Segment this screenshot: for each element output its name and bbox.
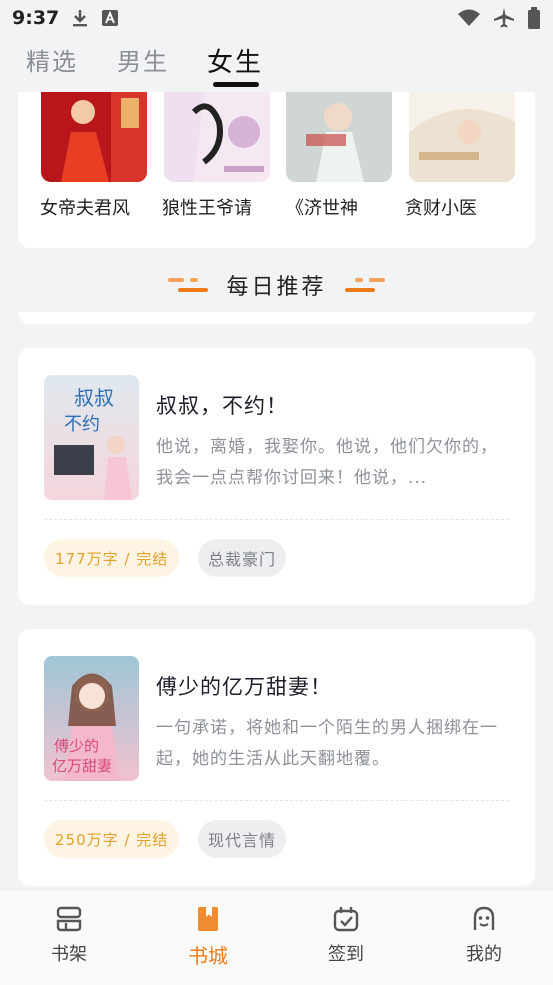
featured-book-cover-1[interactable]	[41, 92, 147, 182]
nav-label: 书城	[188, 944, 228, 968]
daily-recommend-header: 每日推荐	[0, 268, 553, 302]
book-card[interactable]: 傅少的 亿万甜妻 傅少的亿万甜妻！ 一句承诺，将她和一个陌生的男人捆绑在一起，她…	[18, 629, 535, 886]
divider	[44, 800, 509, 801]
bottom-navigation: 书架 书城 签到 我的	[0, 889, 553, 985]
status-time: 9:37	[12, 7, 60, 29]
nav-bookshelf[interactable]: 书架	[29, 904, 109, 966]
nav-label: 书架	[51, 944, 87, 965]
book-cover-image: 傅少的 亿万甜妻	[44, 656, 139, 781]
book-cover-image	[286, 92, 392, 182]
checkin-icon	[333, 907, 359, 932]
category-tag[interactable]: 现代言情	[198, 820, 287, 858]
svg-text:不约: 不约	[64, 414, 100, 435]
nav-bookstore[interactable]: 书城	[168, 904, 248, 969]
tab-male[interactable]: 男生	[117, 42, 169, 77]
bookshelf-icon	[56, 906, 82, 932]
book-description: 他说，离婚，我娶你。他说，他们欠你的，我会一点点帮你讨回来！他说，...	[156, 437, 498, 488]
book-title[interactable]: 叔叔，不约！	[156, 390, 288, 420]
section-title: 每日推荐	[226, 275, 327, 300]
book-cover-image: 叔叔 不约	[44, 375, 139, 500]
divider	[44, 519, 509, 520]
section-left-decoration-icon	[168, 278, 209, 292]
featured-book-cover-3[interactable]	[286, 92, 392, 182]
book-cover-image	[164, 92, 270, 182]
featured-book-title-3[interactable]: 《济世神	[286, 194, 358, 220]
tab-featured[interactable]: 精选	[26, 42, 78, 77]
book-title[interactable]: 傅少的亿万甜妻！	[156, 671, 332, 701]
featured-book-title-1[interactable]: 女帝夫君风	[40, 194, 130, 220]
featured-books-card: 女帝夫君风 狼性王爷请 《济世神 贪财小医	[18, 92, 535, 248]
section-right-decoration-icon	[344, 278, 385, 292]
nav-checkin[interactable]: 签到	[306, 904, 386, 966]
svg-text:叔叔: 叔叔	[74, 386, 114, 410]
book-cover[interactable]: 叔叔 不约	[44, 375, 139, 500]
font-app-icon	[102, 10, 119, 26]
wifi-icon	[458, 9, 480, 26]
featured-book-cover-2[interactable]	[164, 92, 270, 182]
book-cover-image	[41, 92, 147, 182]
book-description: 一句承诺，将她和一个陌生的男人捆绑在一起，她的生活从此天翻地覆。	[156, 718, 498, 769]
svg-text:亿万甜妻: 亿万甜妻	[52, 757, 112, 775]
category-tag[interactable]: 总裁豪门	[198, 539, 287, 577]
word-count-status-tag: 177万字 / 完结	[44, 539, 180, 577]
nav-label: 签到	[328, 944, 364, 965]
tab-indicator	[213, 82, 259, 87]
featured-book-title-2[interactable]: 狼性王爷请	[162, 194, 252, 220]
bookstore-icon	[198, 907, 218, 931]
book-cover[interactable]: 傅少的 亿万甜妻	[44, 656, 139, 781]
featured-book-title-4[interactable]: 贪财小医	[405, 194, 477, 220]
book-card[interactable]: 叔叔 不约 叔叔，不约！ 他说，离婚，我娶你。他说，他们欠你的，我会一点点帮你讨…	[18, 348, 535, 605]
tab-female[interactable]: 女生	[207, 42, 263, 79]
airplane-mode-icon	[494, 8, 514, 28]
featured-book-cover-4[interactable]	[409, 92, 515, 182]
category-tabs: 精选 男生 女生	[0, 36, 553, 92]
status-bar: 9:37	[0, 0, 553, 36]
profile-icon	[473, 906, 495, 930]
book-cover-image	[409, 92, 515, 182]
nav-profile[interactable]: 我的	[444, 904, 524, 966]
svg-text:傅少的: 傅少的	[54, 737, 99, 755]
nav-label: 我的	[466, 944, 502, 965]
download-icon	[73, 10, 88, 27]
word-count-status-tag: 250万字 / 完结	[44, 820, 180, 858]
battery-icon	[528, 7, 540, 29]
card-edge	[18, 312, 535, 324]
